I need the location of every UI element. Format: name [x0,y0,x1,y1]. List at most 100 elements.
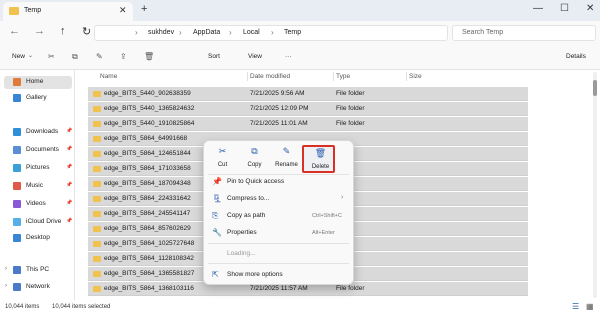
navigation-pane: Home Gallery Downloads 📌 Documents 📌 Pic… [0,70,75,300]
row-name: edge_BITS_5864_64991668 [104,135,188,142]
menu-item-label: Show more options [227,271,283,278]
breadcrumb-item[interactable]: Local [243,29,260,36]
copy-path-icon: ⎘ [212,211,219,220]
documents-icon [13,146,21,154]
table-row[interactable]: edge_BITS_5440_1910825864 7/21/2025 11:01… [88,117,528,131]
copy-icon: ⧉ [251,146,258,156]
chevron-right-icon: › [341,194,344,201]
sidebar-item-this-pc[interactable]: › This PC [4,264,72,277]
sidebar-item-network[interactable]: › Network [4,281,72,294]
folder-icon [93,106,101,112]
minimize-button[interactable]: — [533,3,543,14]
breadcrumb-item[interactable]: sukhdev [148,29,174,36]
delete-label: Delete [311,164,330,170]
scrollbar-thumb[interactable] [593,80,597,96]
chevron-right-icon[interactable]: › [5,266,7,272]
sidebar-item-gallery[interactable]: Gallery [4,92,72,105]
rename-button[interactable]: ✎ Rename [270,145,303,173]
copy-icon[interactable]: ⧉ [72,52,78,62]
sidebar-item-downloads[interactable]: Downloads 📌 [4,126,72,139]
menu-item-pin-quick-access[interactable]: 📌 Pin to Quick access [207,175,350,189]
folder-icon [93,136,101,142]
tab-temp[interactable]: Temp ✕ [3,2,133,21]
folder-icon [93,151,101,157]
window-close-button[interactable]: ✕ [586,3,594,14]
cut-icon[interactable]: ✂ [48,52,55,61]
share-icon[interactable]: ⇪ [120,52,127,61]
folder-icon [93,91,101,97]
maximize-button[interactable]: ☐ [560,3,569,14]
view-button[interactable]: View [248,53,262,60]
folder-icon [93,211,101,217]
properties-icon: 🔧 [212,228,222,237]
breadcrumb-item[interactable]: AppData [193,29,220,36]
menu-item-label: Pin to Quick access [227,178,285,185]
sidebar-item-icloud-drive[interactable]: iCloud Drive 📌 [4,216,72,229]
refresh-button[interactable]: ↻ [82,25,91,38]
delete-button[interactable]: 🗑 Delete [302,145,335,173]
breadcrumb-separator: › [179,28,182,37]
sidebar-item-desktop[interactable]: Desktop [4,232,72,245]
sidebar-item-label: Desktop [26,234,50,241]
sidebar-item-videos[interactable]: Videos 📌 [4,198,72,211]
pin-icon: 📌 [66,128,73,134]
row-type: File folder [336,285,365,292]
row-name: edge_BITS_5864_1025727648 [104,240,195,247]
rename-label: Rename [275,162,298,168]
column-divider[interactable] [247,72,248,81]
row-name: edge_BITS_5864_857602629 [104,225,191,232]
sidebar-item-label: Music [26,182,43,189]
new-button[interactable]: New [12,53,25,60]
sidebar-item-pictures[interactable]: Pictures 📌 [4,162,72,175]
menu-item-properties[interactable]: 🔧 Properties Alt+Enter [207,226,350,240]
breadcrumb-item[interactable]: Temp [284,29,301,36]
breadcrumb[interactable]: › sukhdev › AppData › Local › Temp [94,25,448,41]
column-divider[interactable] [406,72,407,81]
show-more-icon: ⇱ [212,270,219,279]
column-header-name[interactable]: Name [100,73,117,80]
new-tab-button[interactable]: + [141,3,147,15]
table-row[interactable]: edge_BITS_5440_1365824632 7/21/2025 12:09… [88,102,528,116]
details-button[interactable]: Details [566,53,586,60]
menu-item-copy-as-path[interactable]: ⎘ Copy as path Ctrl+Shift+C [207,209,350,223]
forward-button[interactable]: → [34,25,45,37]
selected-count: 10,044 items selected [52,304,111,310]
back-button[interactable]: ← [9,25,20,37]
details-view-icon[interactable]: ☰ [572,302,579,311]
row-name: edge_BITS_5440_902638359 [104,90,191,97]
network-icon [13,283,21,291]
column-header-size[interactable]: Size [409,73,422,80]
up-button[interactable]: ↑ [60,25,66,37]
rename-icon[interactable]: ✎ [96,52,103,61]
more-options-button[interactable]: ··· [285,53,292,60]
vertical-scrollbar[interactable] [593,72,597,298]
sort-button[interactable]: Sort [208,53,220,60]
sidebar-item-label: Videos [26,200,46,207]
row-date: 7/21/2025 9:56 AM [250,90,305,97]
sidebar-item-home[interactable]: Home [4,76,72,89]
tab-close-button[interactable]: ✕ [119,5,127,16]
menu-item-show-more-options[interactable]: ⇱ Show more options [207,268,350,282]
sidebar-item-music[interactable]: Music 📌 [4,180,72,193]
column-divider[interactable] [333,72,334,81]
copy-label: Copy [247,162,262,168]
folder-icon [9,7,19,15]
breadcrumb-separator: › [271,28,274,37]
pin-icon: 📌 [66,146,73,152]
search-input[interactable]: Search Temp [452,25,596,41]
copy-button[interactable]: ⧉ Copy [238,145,271,173]
column-header-date[interactable]: Date modified [250,73,290,80]
tiles-view-icon[interactable]: ▦ [586,302,594,311]
rename-icon: ✎ [282,146,291,156]
menu-item-compress[interactable]: 🗜 Compress to... › [207,192,350,206]
sidebar-item-documents[interactable]: Documents 📌 [4,144,72,157]
row-name: edge_BITS_5864_245541147 [104,210,191,217]
loading-label: Loading... [227,250,256,257]
delete-icon[interactable]: 🗑 [144,52,154,61]
chevron-right-icon[interactable]: › [5,283,7,289]
folder-icon [93,166,101,172]
sidebar-item-label: Pictures [26,164,50,171]
column-header-type[interactable]: Type [336,73,350,80]
cut-button[interactable]: ✂ Cut [206,145,239,173]
table-row[interactable]: edge_BITS_5440_902638359 7/21/2025 9:56 A… [88,87,528,101]
